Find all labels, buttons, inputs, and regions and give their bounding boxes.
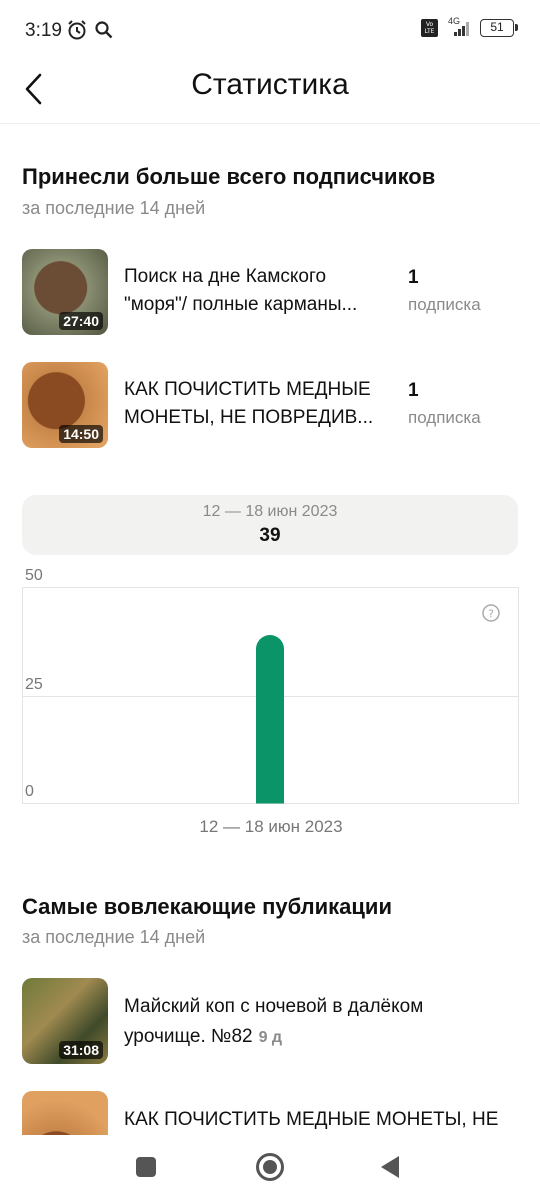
system-nav-bar [0,1135,540,1200]
volte-icon: Vo LTE [421,19,438,37]
search-icon [95,21,113,39]
x-axis-label: 12 — 18 июн 2023 [199,817,343,836]
publication-row[interactable]: КАК ПОЧИСТИТЬ МЕДНЫЕ МОНЕТЫ, НЕ [22,1091,518,1135]
video-row[interactable]: 14:50 КАК ПОЧИСТИТЬ МЕДНЫЕ МОНЕТЫ, НЕ ПО… [22,362,518,448]
engaging-title: Самые вовлекающие публикации [22,894,392,919]
chart-bar[interactable] [256,635,284,804]
engaging-subtitle: за последние 14 дней [22,927,206,947]
signal-icon: 4G [446,16,472,38]
chart-plot: ? [22,587,519,804]
subscribers-chart: 50 25 0 ? 12 — 18 июн 2023 [22,565,520,840]
home-button[interactable] [256,1153,284,1181]
page-title: Статистика [191,68,349,101]
duration-badge: 31:08 [59,1041,103,1059]
subscription-count: 1 [408,267,419,288]
publication-row[interactable]: 31:08 Майский коп с ночевой в далёком ур… [22,978,518,1064]
recents-button[interactable] [136,1157,156,1177]
video-thumbnail[interactable]: 27:40 [22,249,108,335]
duration-badge: 27:40 [59,312,103,330]
publication-title[interactable]: Майский коп с ночевой в далёком урочище.… [124,992,524,1053]
status-bar: 3:19 Vo LTE 4G 51 [0,0,540,60]
chart-tooltip: 12 — 18 июн 2023 39 [22,495,518,555]
subscription-count-label: подписка [408,408,481,427]
video-title-line1[interactable]: КАК ПОЧИСТИТЬ МЕДНЫЕ [124,376,392,404]
battery-icon: 51 [480,19,518,37]
top-subscribers-subtitle: за последние 14 дней [22,198,206,218]
publication-title-line1[interactable]: КАК ПОЧИСТИТЬ МЕДНЫЕ МОНЕТЫ, НЕ [124,1105,518,1135]
tooltip-value: 39 [259,525,281,546]
video-thumbnail[interactable]: 14:50 [22,362,108,448]
publication-title-line2: урочище. №82 [124,1026,253,1047]
video-row[interactable]: 27:40 Поиск на дне Камского "моря"/ полн… [22,249,518,335]
help-icon[interactable]: ? [482,604,500,622]
top-subscribers-title: Принесли больше всего подписчиков [22,164,436,189]
tooltip-date: 12 — 18 июн 2023 [202,503,338,520]
duration-badge: 14:50 [59,425,103,443]
subscription-count-label: подписка [408,295,481,314]
system-back-button[interactable] [381,1156,399,1178]
app-header: Статистика [0,60,540,124]
svg-text:?: ? [488,608,494,621]
publication-title-line1: Майский коп с ночевой в далёком [124,996,424,1017]
alarm-icon [68,20,86,40]
subscription-count: 1 [408,380,419,401]
video-title-line1[interactable]: Поиск на дне Камского [124,263,392,291]
publication-age: 9 д [258,1029,283,1046]
video-thumbnail[interactable]: 31:08 [22,978,108,1064]
video-title-line2[interactable]: МОНЕТЫ, НЕ ПОВРЕДИВ... [124,404,392,432]
video-title-line2[interactable]: "моря"/ полные карманы... [124,291,392,319]
video-thumbnail[interactable] [22,1091,108,1135]
status-time: 3:19 [25,20,62,41]
